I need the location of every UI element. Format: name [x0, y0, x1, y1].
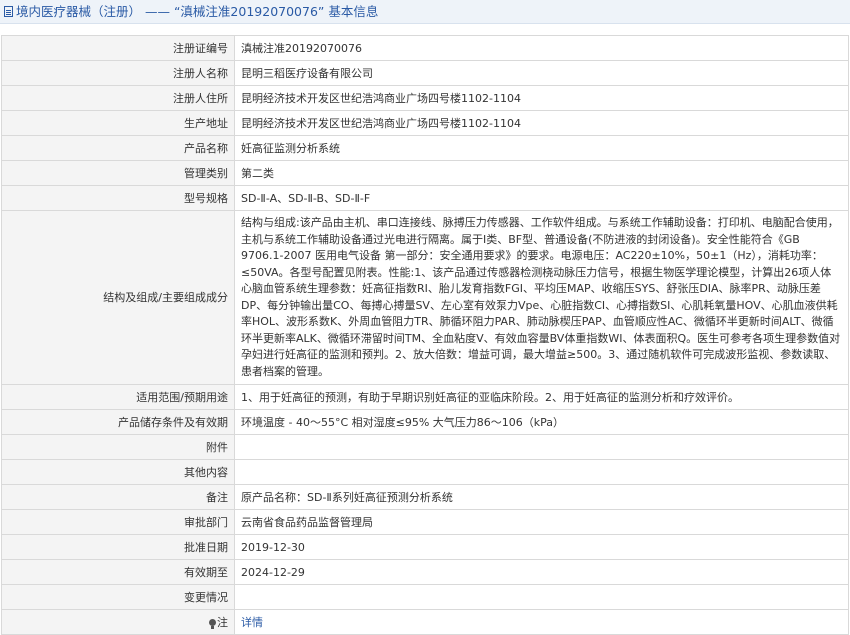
title-spacer — [0, 24, 850, 35]
row-value — [234, 584, 849, 610]
footer-label-cell: 注 — [1, 609, 235, 635]
table-row: 适用范围/预期用途 1、用于妊高征的预测，有助于早期识别妊高征的亚临床阶段。2、… — [1, 384, 849, 410]
table-row: 注册证编号 滇械注准20192070076 — [1, 35, 849, 61]
row-label: 其他内容 — [1, 459, 235, 485]
table-row: 变更情况 — [1, 584, 849, 610]
row-label: 注册人住所 — [1, 85, 235, 111]
row-value: 第二类 — [234, 160, 849, 186]
table-row: 注 详情 — [1, 609, 849, 635]
table-row: 有效期至 2024-12-29 — [1, 559, 849, 585]
row-value: 2019-12-30 — [234, 534, 849, 560]
row-value: 昆明经济技术开发区世纪浩鸿商业广场四号楼1102-1104 — [234, 110, 849, 136]
info-table: 注册证编号 滇械注准20192070076 注册人名称 昆明三稻医疗设备有限公司… — [1, 35, 849, 635]
table-row: 其他内容 — [1, 459, 849, 485]
row-value: 昆明经济技术开发区世纪浩鸿商业广场四号楼1102-1104 — [234, 85, 849, 111]
footer-label: 注 — [217, 615, 228, 629]
row-value: 妊高征监测分析系统 — [234, 135, 849, 161]
row-label: 结构及组成/主要组成成分 — [1, 210, 235, 385]
table-row: 生产地址 昆明经济技术开发区世纪浩鸿商业广场四号楼1102-1104 — [1, 110, 849, 136]
row-label: 备注 — [1, 484, 235, 510]
table-row: 备注 原产品名称：SD-Ⅱ系列妊高征预测分析系统 — [1, 484, 849, 510]
row-label: 审批部门 — [1, 509, 235, 535]
row-label: 变更情况 — [1, 584, 235, 610]
row-label: 适用范围/预期用途 — [1, 384, 235, 410]
table-row: 附件 — [1, 434, 849, 460]
row-value: 2024-12-29 — [234, 559, 849, 585]
table-row: 结构及组成/主要组成成分 结构与组成:该产品由主机、串口连接线、脉搏压力传感器、… — [1, 210, 849, 385]
footer-value-cell: 详情 — [234, 609, 849, 635]
page-title: 境内医疗器械（注册） —— “滇械注准20192070076” 基本信息 — [16, 4, 379, 19]
row-label: 注册人名称 — [1, 60, 235, 86]
row-label: 附件 — [1, 434, 235, 460]
lightbulb-icon — [209, 618, 216, 629]
row-label: 有效期至 — [1, 559, 235, 585]
table-row: 注册人住所 昆明经济技术开发区世纪浩鸿商业广场四号楼1102-1104 — [1, 85, 849, 111]
row-value: 1、用于妊高征的预测，有助于早期识别妊高征的亚临床阶段。2、用于妊高征的监测分析… — [234, 384, 849, 410]
row-label: 产品储存条件及有效期 — [1, 409, 235, 435]
row-value: 原产品名称：SD-Ⅱ系列妊高征预测分析系统 — [234, 484, 849, 510]
row-label: 生产地址 — [1, 110, 235, 136]
row-value: 云南省食品药品监督管理局 — [234, 509, 849, 535]
table-row: 注册人名称 昆明三稻医疗设备有限公司 — [1, 60, 849, 86]
row-value: 环境温度 - 40～55°C 相对湿度≤95% 大气压力86～106（kPa） — [234, 409, 849, 435]
table-row: 审批部门 云南省食品药品监督管理局 — [1, 509, 849, 535]
table-row: 型号规格 SD-Ⅱ-A、SD-Ⅱ-B、SD-Ⅱ-F — [1, 185, 849, 211]
row-label: 产品名称 — [1, 135, 235, 161]
row-value: 滇械注准20192070076 — [234, 35, 849, 61]
row-label: 批准日期 — [1, 534, 235, 560]
details-link[interactable]: 详情 — [241, 616, 263, 629]
row-value — [234, 434, 849, 460]
table-row: 管理类别 第二类 — [1, 160, 849, 186]
table-row: 批准日期 2019-12-30 — [1, 534, 849, 560]
row-label: 注册证编号 — [1, 35, 235, 61]
row-label: 型号规格 — [1, 185, 235, 211]
document-icon — [4, 6, 13, 17]
row-value — [234, 459, 849, 485]
row-label: 管理类别 — [1, 160, 235, 186]
row-value: 结构与组成:该产品由主机、串口连接线、脉搏压力传感器、工作软件组成。与系统工作辅… — [234, 210, 849, 385]
table-row: 产品名称 妊高征监测分析系统 — [1, 135, 849, 161]
row-value: 昆明三稻医疗设备有限公司 — [234, 60, 849, 86]
page-title-bar: 境内医疗器械（注册） —— “滇械注准20192070076” 基本信息 — [0, 0, 850, 24]
table-row: 产品储存条件及有效期 环境温度 - 40～55°C 相对湿度≤95% 大气压力8… — [1, 409, 849, 435]
row-value: SD-Ⅱ-A、SD-Ⅱ-B、SD-Ⅱ-F — [234, 185, 849, 211]
